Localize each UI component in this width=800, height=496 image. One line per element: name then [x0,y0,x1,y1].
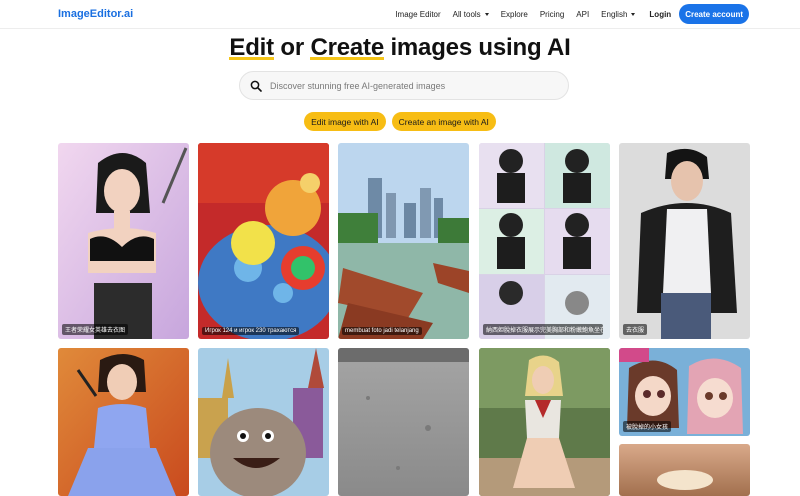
title-highlight-create: Create [310,34,384,62]
title-highlight-edit: Edit [229,34,274,62]
gallery-image [58,348,189,496]
gallery-card[interactable] [619,444,750,496]
gallery-card[interactable] [338,348,469,496]
gallery-image [58,143,189,339]
gallery-image [338,143,469,339]
nav-explore-label: Explore [500,9,528,19]
nav-image-editor[interactable]: Image Editor [395,10,440,19]
search-input[interactable] [270,77,560,95]
logo[interactable]: ImageEditor.ai [58,8,133,20]
top-header: ImageEditor.ai Image Editor All tools Ex… [0,0,800,29]
gallery-image [198,348,329,496]
create-account-button[interactable]: Create account [679,4,749,24]
nav-api-label: API [576,9,590,19]
language-label: English [601,9,628,19]
login-link[interactable]: Login [649,10,671,19]
gallery-card[interactable]: 王者荣耀女英雄去衣图 [58,143,189,339]
title-text-or: or [273,34,311,61]
gallery-image [619,444,750,496]
gallery-image [198,143,329,339]
image-caption: 納西妲脫掉衣服展示完美胸部和粉嫩鮑魚坐在地上張开双腿展示小鮑 [483,324,603,335]
gallery-image [479,143,610,339]
chevron-down-icon [484,12,489,16]
gallery-card[interactable] [58,348,189,496]
nav-image-editor-label: Image Editor [395,9,441,19]
gallery-card[interactable] [479,348,610,496]
image-caption: 去衣服 [623,324,648,335]
gallery-card[interactable]: 去衣服 [619,143,750,339]
image-caption: Игрок 124 и игрок 230 трахаются [202,327,300,335]
gallery-card[interactable]: 被脫掉的小女孩 [619,348,750,436]
nav-explore[interactable]: Explore [501,10,528,19]
nav-api[interactable]: API [576,10,589,19]
gallery-card[interactable]: Игрок 124 и игрок 230 трахаются [198,143,329,339]
nav-pricing-label: Pricing [539,9,565,19]
image-caption: 被脫掉的小女孩 [623,421,672,432]
gallery-image [479,348,610,496]
gallery-card[interactable]: membuat foto jadi telanjang [338,143,469,339]
gallery-card[interactable]: 納西妲脫掉衣服展示完美胸部和粉嫩鮑魚坐在地上張开双腿展示小鮑 [479,143,610,339]
search-bar [239,71,569,100]
image-caption: 王者荣耀女英雄去衣图 [62,324,129,335]
search-icon[interactable] [250,80,262,92]
create-image-button[interactable]: Create an image with AI [391,112,496,131]
nav-all-tools-label: All tools [452,9,481,19]
nav-all-tools[interactable]: All tools [453,10,489,19]
language-selector[interactable]: English [601,9,636,19]
gallery-card[interactable] [198,348,329,496]
page-title: Edit or Create images using AI [0,34,800,62]
edit-image-button[interactable]: Edit image with AI [304,112,386,131]
main-nav: Image Editor All tools Explore Pricing A… [383,4,749,24]
gallery-image [338,348,469,496]
chevron-down-icon [631,12,636,16]
gallery-image [619,143,750,339]
cta-row: Edit image with AI Create an image with … [0,112,800,131]
title-text-rest: images using AI [383,34,571,61]
nav-pricing[interactable]: Pricing [540,10,564,19]
image-caption: membuat foto jadi telanjang [342,327,422,335]
